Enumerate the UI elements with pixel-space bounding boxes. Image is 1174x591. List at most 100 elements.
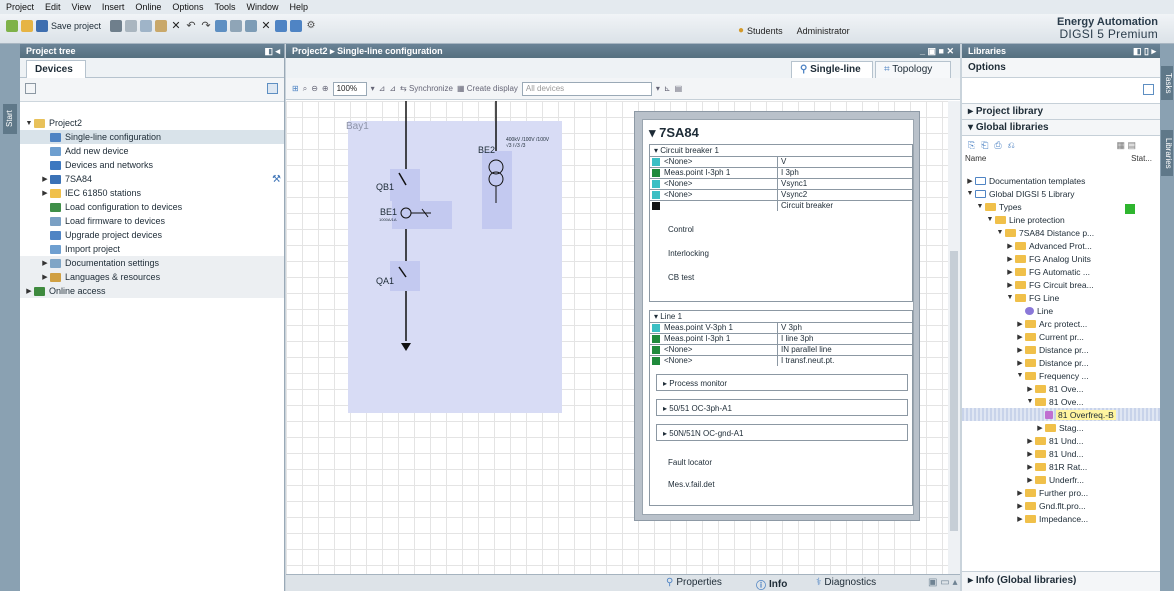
signal-row[interactable]: Meas.point I-3ph 1I line 3ph [650, 333, 912, 344]
device-filter-dropdown-icon[interactable]: ▾ [656, 84, 660, 93]
library-item[interactable]: ▶ 81R Rat... [962, 460, 1160, 473]
zoom-area-icon[interactable]: ⌕ [303, 84, 307, 94]
tree-expander-icon[interactable]: ▼ [995, 229, 1005, 236]
inspector-controls[interactable]: ▣ ▭ ▴ [928, 577, 957, 588]
library-item[interactable]: ▶ Further pro... [962, 486, 1160, 499]
undo-icon[interactable]: ↶ [185, 20, 197, 32]
signal-source[interactable]: <None> [662, 345, 778, 355]
library-item[interactable]: ▼ 7SA84 Distance p... [962, 226, 1160, 239]
open-project-icon[interactable] [21, 20, 33, 32]
update-library-icon[interactable]: ⎗ [981, 140, 988, 151]
library-item[interactable]: ▶ Arc protect... [962, 317, 1160, 330]
library-item[interactable]: ▶ Impedance... [962, 512, 1160, 525]
function-item[interactable]: Control [668, 225, 694, 234]
signal-source[interactable]: <None> [662, 179, 778, 189]
align-left-icon[interactable]: ⊿ [379, 84, 386, 93]
col-status[interactable]: Stat... [1131, 154, 1152, 166]
tree-expander-icon[interactable]: ▶ [40, 259, 50, 267]
libraries-pin-icon[interactable]: ◧ ▯ ▸ [1133, 44, 1156, 58]
paste-icon[interactable] [155, 20, 168, 32]
split-horizontal-icon[interactable] [275, 20, 288, 32]
tasks-side-tab[interactable]: Tasks [1161, 66, 1173, 100]
library-item[interactable]: ▶ Gnd.flt.pro... [962, 499, 1160, 512]
zoom-in-icon[interactable]: ⊕ [322, 84, 329, 93]
library-item[interactable]: ▶ FG Circuit brea... [962, 278, 1160, 291]
signal-row[interactable]: <None> Vsync2 [650, 189, 912, 200]
tree-item[interactable]: Import project [20, 242, 284, 256]
vertical-scrollbar[interactable] [948, 101, 960, 575]
project-library-section[interactable]: ▸ Project library [962, 104, 1160, 120]
tab-single-line[interactable]: ⚲ Single-line [791, 61, 873, 78]
device-filter-select[interactable]: All devices [521, 81, 652, 96]
signal-row[interactable]: <None> Vsync1 [650, 178, 912, 189]
tree-expander-icon[interactable]: ▶ [1015, 515, 1025, 523]
tree-expander-icon[interactable]: ▼ [985, 216, 995, 223]
library-item[interactable]: ▶ FG Automatic ... [962, 265, 1160, 278]
open-library-icon[interactable]: ⎘ [968, 140, 975, 151]
tree-expander-icon[interactable]: ▼ [1015, 372, 1025, 379]
tree-item[interactable]: ▶ IEC 61850 stations [20, 186, 284, 200]
go-offline-icon[interactable] [230, 20, 243, 32]
collapse-panel-icon[interactable]: ◧ ◂ [264, 44, 280, 58]
tab-topology[interactable]: ⌗ Topology [875, 61, 951, 78]
signal-row[interactable]: Circuit breaker [650, 200, 912, 211]
global-libraries-section[interactable]: ▾ Global libraries [962, 120, 1160, 136]
zoom-select[interactable]: 100% [332, 81, 367, 96]
cut-icon[interactable] [125, 20, 138, 32]
menu-item-help[interactable]: Help [289, 2, 308, 12]
align-right-icon[interactable]: ⊿ [389, 84, 396, 93]
tree-expander-icon[interactable]: ▶ [1025, 476, 1035, 484]
overview-icon[interactable] [25, 83, 36, 94]
menu-item-edit[interactable]: Edit [45, 2, 61, 12]
library-item[interactable]: ▶ Distance pr... [962, 356, 1160, 369]
library-item[interactable]: ▶ FG Analog Units [962, 252, 1160, 265]
library-item[interactable]: ▶ 81 Und... [962, 447, 1160, 460]
table-icon[interactable]: ▤ [675, 84, 683, 93]
toggle-grid-icon[interactable]: ⊞ [292, 84, 299, 93]
save-project-button[interactable]: Save project [51, 21, 101, 31]
tree-item[interactable]: Load firmware to devices [20, 214, 284, 228]
options-section[interactable]: Options [962, 58, 1160, 78]
tree-expander-icon[interactable]: ▶ [1015, 346, 1025, 354]
library-item[interactable]: ▼ Global DIGSI 5 Library [962, 187, 1160, 200]
function-item[interactable]: Interlocking [668, 249, 709, 258]
go-online-icon[interactable] [215, 20, 228, 32]
libraries-side-tab[interactable]: Libraries [1161, 130, 1173, 176]
start-side-tab[interactable]: Start [3, 104, 17, 134]
copy-icon[interactable] [140, 20, 153, 32]
library-item[interactable]: ▶ 81 Und... [962, 434, 1160, 447]
new-project-icon[interactable] [6, 20, 18, 32]
tree-item[interactable]: Load configuration to devices [20, 200, 284, 214]
signal-row[interactable]: Meas.point I-3ph 1I 3ph [650, 167, 912, 178]
line-header[interactable]: ▾ Line 1 [650, 311, 912, 322]
signal-row[interactable]: <None> IN parallel line [650, 344, 912, 355]
library-item[interactable]: ▼ FG Line [962, 291, 1160, 304]
tree-item[interactable]: Single-line configuration [20, 130, 284, 144]
function-item[interactable]: Fault locator [668, 458, 712, 467]
diagram-canvas[interactable]: Bay1 BE2 400kV /100V /100V √3 /√3 /3 QB1… [286, 101, 948, 575]
tree-expander-icon[interactable]: ▶ [1035, 424, 1045, 432]
library-item[interactable]: ▶ Documentation templates [962, 174, 1160, 187]
redo-icon[interactable]: ↷ [200, 20, 212, 32]
signal-source[interactable]: <None> [662, 356, 778, 366]
menu-item-options[interactable]: Options [172, 2, 203, 12]
tree-item[interactable]: Upgrade project devices [20, 228, 284, 242]
tab-properties[interactable]: ⚲ Properties [666, 577, 722, 588]
save-icon[interactable] [36, 20, 48, 32]
tree-expander-icon[interactable]: ▶ [1015, 333, 1025, 341]
split-vertical-icon[interactable] [290, 20, 303, 32]
menu-item-project[interactable]: Project [6, 2, 34, 12]
library-item[interactable]: ▶ Advanced Prot... [962, 239, 1160, 252]
tree-expander-icon[interactable]: ▶ [965, 177, 975, 185]
tree-expander-icon[interactable]: ▶ [1025, 463, 1035, 471]
tree-item[interactable]: ▶ Online access [20, 284, 284, 298]
function-item[interactable]: CB test [668, 273, 694, 282]
signal-row[interactable]: Meas.point V-3ph 1V 3ph [650, 322, 912, 333]
library-item[interactable]: ▼ Frequency ... [962, 369, 1160, 382]
library-item[interactable]: ▶ Stag... [962, 421, 1160, 434]
save-library-icon[interactable]: ⎌ [1008, 140, 1015, 151]
menu-item-tools[interactable]: Tools [214, 2, 235, 12]
tree-expander-icon[interactable]: ▶ [40, 273, 50, 281]
table-view-icon[interactable] [267, 83, 278, 94]
signal-source[interactable]: Meas.point I-3ph 1 [662, 334, 778, 344]
